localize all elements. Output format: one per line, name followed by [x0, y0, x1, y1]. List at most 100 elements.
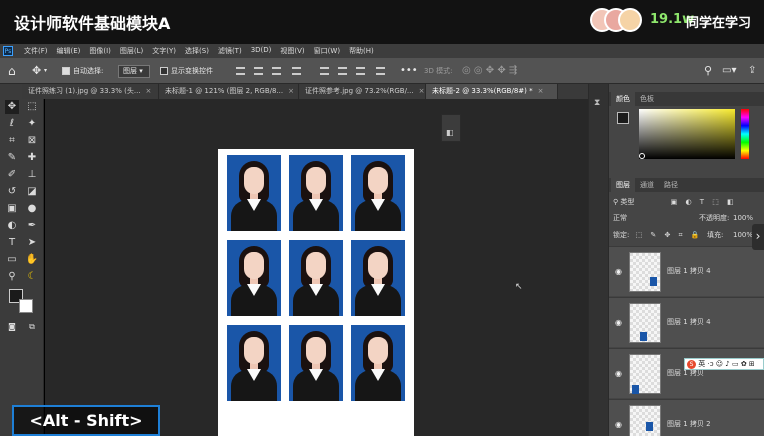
share-icon[interactable]: ⇪ — [748, 58, 756, 84]
show-transform-checkbox[interactable]: 显示变换控件 — [160, 58, 213, 84]
layer-name[interactable]: 图层 1 拷贝 2 — [667, 419, 711, 429]
ime-language[interactable]: 英 — [698, 360, 705, 368]
banana-icon[interactable]: ☾ — [25, 270, 39, 284]
search-icon[interactable]: ⚲ — [704, 58, 712, 84]
tool-preset-chevron-icon[interactable]: ▾ — [44, 58, 47, 84]
screen-mode-icon[interactable]: ⧉ — [25, 320, 39, 334]
layer-row[interactable]: ◉ 图层 1 拷贝 — [609, 348, 764, 398]
visibility-eye-icon[interactable]: ◉ — [615, 369, 622, 378]
menu-item[interactable]: 编辑(E) — [57, 46, 81, 56]
menu-item[interactable]: 选择(S) — [185, 46, 209, 56]
lock-icons[interactable]: ⬚ ✎ ✥ ⌗ 🔒 — [636, 231, 703, 239]
id-photo — [351, 325, 405, 401]
hand-tool-icon[interactable]: ✋ — [25, 253, 39, 267]
tab-color[interactable]: 颜色 — [611, 92, 635, 106]
menu-item[interactable]: 图像(I) — [89, 46, 111, 56]
3d-tools-icon[interactable]: ◎ ◎ ✥ ✥ ⇶ — [462, 58, 517, 84]
collapse-panel-chevron-icon[interactable]: › — [752, 224, 764, 250]
id-photo — [289, 325, 343, 401]
frame-tool-icon[interactable]: ⊠ — [25, 134, 39, 148]
visibility-eye-icon[interactable]: ◉ — [615, 267, 622, 276]
align-right-icon[interactable] — [272, 67, 281, 75]
stamp-tool-icon[interactable]: ⊥ — [25, 168, 39, 182]
menu-item[interactable]: 窗口(W) — [314, 46, 340, 56]
layer-row[interactable]: ◉ 图层 1 拷贝 4 — [609, 297, 764, 347]
layer-name[interactable]: 图层 1 拷贝 4 — [667, 317, 711, 327]
canvas-area[interactable] — [45, 99, 608, 436]
brush-tool-icon[interactable]: ✐ — [5, 168, 19, 182]
align-left-icon[interactable] — [236, 67, 245, 75]
blur-tool-icon[interactable]: ● — [25, 202, 39, 216]
type-tool-icon[interactable]: T — [5, 236, 19, 250]
menu-item[interactable]: 帮助(H) — [349, 46, 374, 56]
history-icon[interactable]: ⧗ — [594, 98, 600, 108]
path-select-tool-icon[interactable]: ➤ — [25, 236, 39, 250]
tab-swatches[interactable]: 色板 — [635, 92, 659, 106]
align-top-icon[interactable] — [320, 67, 329, 75]
align-vcenter-icon[interactable] — [338, 67, 347, 75]
close-icon[interactable]: × — [146, 87, 152, 95]
rectangle-tool-icon[interactable]: ▭ — [5, 253, 19, 267]
background-color-swatch[interactable] — [19, 299, 33, 313]
layer-row[interactable]: ◉ 图层 1 拷贝 2 — [609, 399, 764, 436]
auto-select-dropdown[interactable]: 图层 ▾ — [118, 65, 150, 78]
document-canvas[interactable] — [218, 149, 414, 436]
menu-item[interactable]: 3D(D) — [251, 46, 272, 56]
eraser-tool-icon[interactable]: ◪ — [25, 185, 39, 199]
menu-item[interactable]: 滤镜(T) — [218, 46, 242, 56]
tab-document[interactable]: 未标题-2 @ 33.3%(RGB/8#) * × — [426, 84, 558, 99]
distribute-vertical-icon[interactable] — [376, 67, 385, 75]
more-options-icon[interactable]: ••• — [400, 58, 418, 84]
id-photo — [351, 155, 405, 231]
distribute-icon[interactable] — [292, 67, 301, 75]
align-bottom-icon[interactable] — [356, 67, 365, 75]
close-icon[interactable]: × — [419, 87, 425, 95]
home-icon[interactable]: ⌂ — [8, 58, 16, 84]
opacity-value[interactable]: 100% — [733, 212, 753, 224]
filter-icons[interactable]: ▣ ◐ T ⬚ ◧ — [671, 198, 737, 206]
healing-brush-tool-icon[interactable]: ✚ — [25, 151, 39, 165]
pen-tool-icon[interactable]: ✒ — [25, 219, 39, 233]
magic-wand-tool-icon[interactable]: ✦ — [25, 117, 39, 131]
blend-mode-dropdown[interactable]: 正常 — [613, 214, 627, 222]
menu-item[interactable]: 图层(L) — [120, 46, 143, 56]
ime-tools-icon[interactable]: ·ɔ ☺ ♪ ▭ ✿ ⊞ — [707, 360, 754, 368]
close-icon[interactable]: × — [288, 87, 294, 95]
color-panel-foreground-swatch[interactable] — [617, 112, 629, 124]
tab-document[interactable]: 未标题-1 @ 121% (图层 2, RGB/8... × — [159, 84, 299, 99]
history-brush-tool-icon[interactable]: ↺ — [5, 185, 19, 199]
properties-icon[interactable]: ◧ — [446, 128, 454, 137]
hue-slider[interactable] — [741, 109, 749, 159]
tab-paths[interactable]: 路径 — [659, 178, 683, 192]
marquee-tool-icon[interactable]: ⬚ — [25, 100, 39, 114]
layer-name[interactable]: 图层 1 拷贝 4 — [667, 266, 711, 276]
mouse-cursor-icon: ↖ — [515, 282, 523, 292]
menu-item[interactable]: 文字(Y) — [152, 46, 176, 56]
fill-value[interactable]: 100% — [733, 229, 753, 241]
move-tool-icon[interactable]: ✥ — [32, 58, 41, 84]
menu-item[interactable]: 文件(F) — [24, 46, 48, 56]
menu-item[interactable]: 视图(V) — [280, 46, 304, 56]
move-tool-icon[interactable]: ✥ — [5, 100, 19, 114]
align-hcenter-icon[interactable] — [254, 67, 263, 75]
layer-filter[interactable]: ⚲ 类型 ▣ ◐ T ⬚ ◧ — [613, 196, 761, 208]
dodge-tool-icon[interactable]: ◐ — [5, 219, 19, 233]
workspace-icon[interactable]: ▭▾ — [722, 58, 736, 84]
lasso-tool-icon[interactable]: ℓ — [5, 117, 19, 131]
tab-document[interactable]: 证件照参考.jpg @ 73.2%(RGB/... × — [299, 84, 426, 99]
close-icon[interactable]: × — [538, 87, 544, 95]
tab-layers[interactable]: 图层 — [611, 178, 635, 192]
quick-mask-icon[interactable]: ◙ — [5, 320, 19, 334]
ime-toolbar[interactable]: S 英 ·ɔ ☺ ♪ ▭ ✿ ⊞ — [684, 358, 764, 370]
layer-row[interactable]: ◉ 图层 1 拷贝 4 — [609, 246, 764, 296]
crop-tool-icon[interactable]: ⌗ — [5, 134, 19, 148]
color-picker-field[interactable] — [639, 109, 735, 159]
zoom-tool-icon[interactable]: ⚲ — [5, 270, 19, 284]
tab-channels[interactable]: 通道 — [635, 178, 659, 192]
visibility-eye-icon[interactable]: ◉ — [615, 420, 622, 429]
eyedropper-tool-icon[interactable]: ✎ — [5, 151, 19, 165]
gradient-tool-icon[interactable]: ▣ — [5, 202, 19, 216]
auto-select-checkbox[interactable]: 自动选择: — [62, 58, 103, 84]
tab-document[interactable]: 证件照练习 (1).jpg @ 33.3% (头... × — [22, 84, 159, 99]
visibility-eye-icon[interactable]: ◉ — [615, 318, 622, 327]
